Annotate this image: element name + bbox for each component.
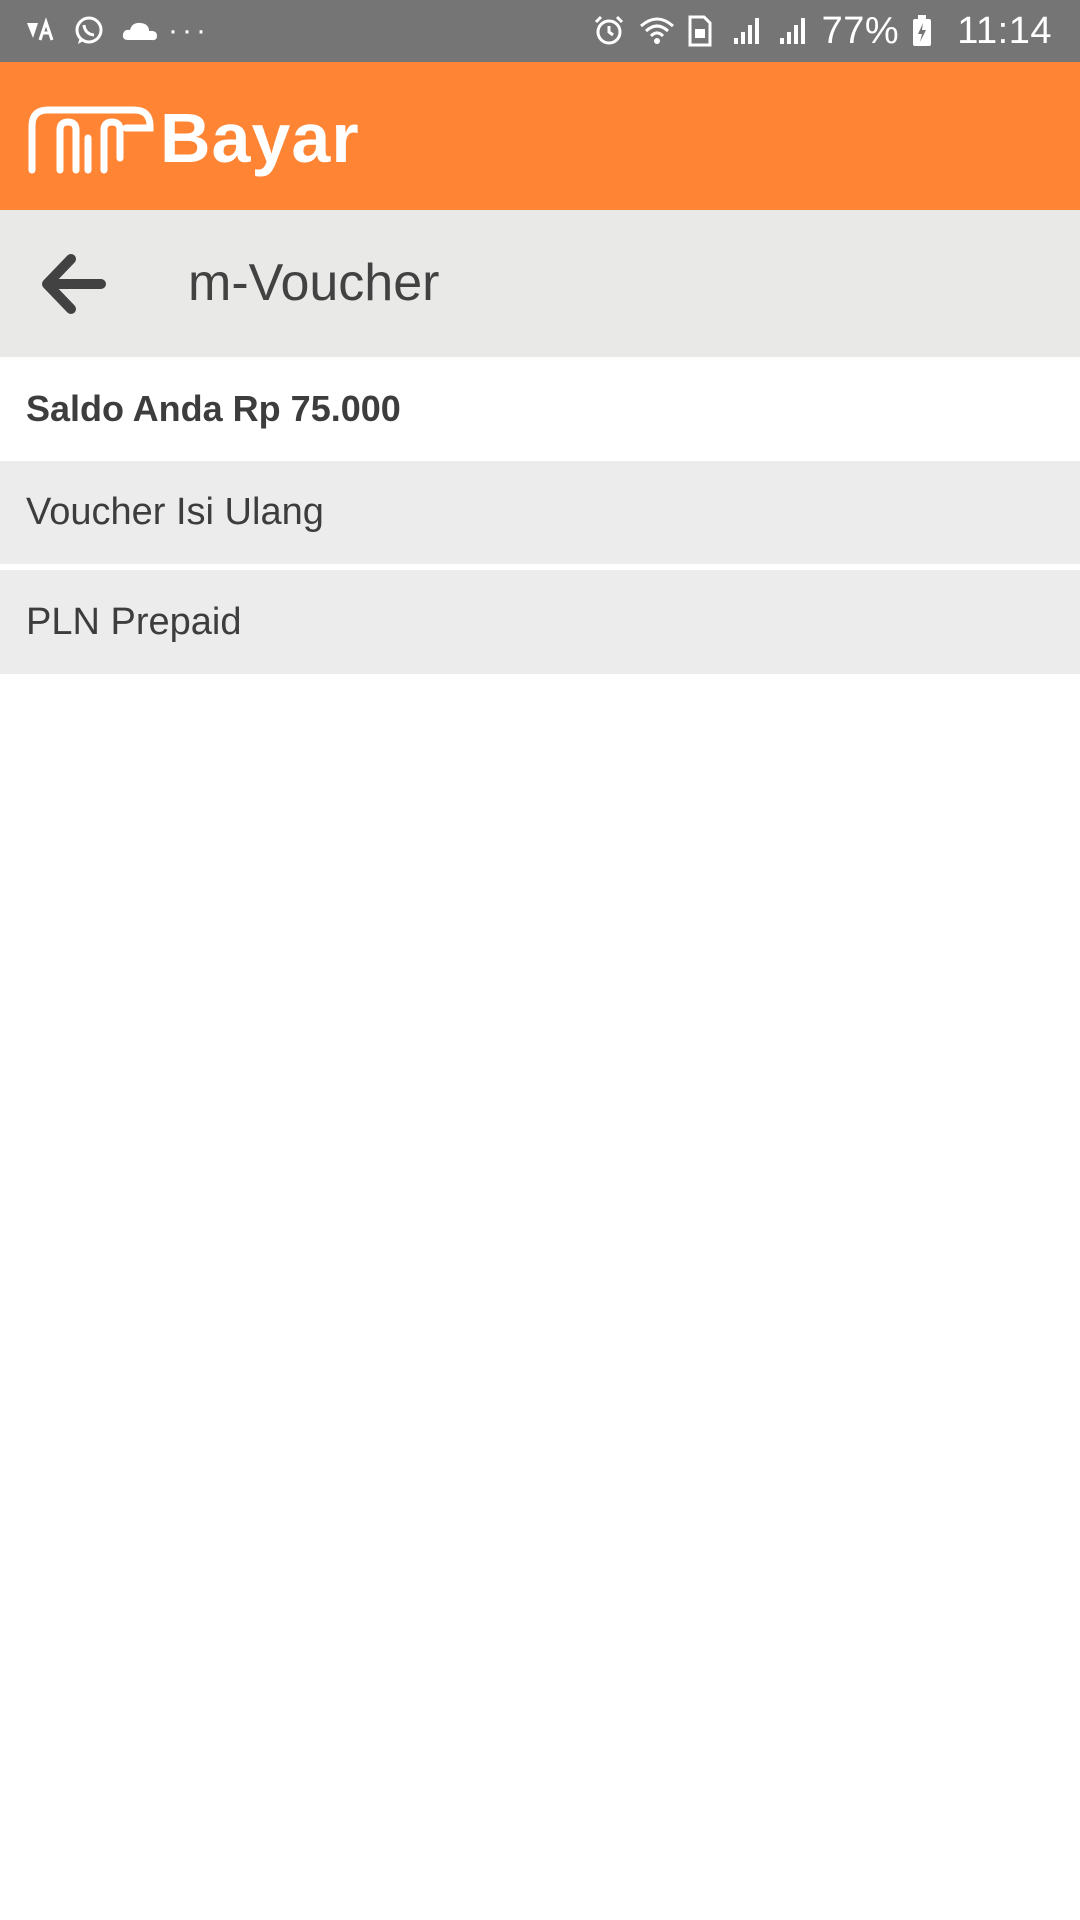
balance-label: Saldo Anda Rp 75.000 — [26, 388, 401, 429]
more-notifications-indicator: ··· — [168, 14, 210, 47]
wifi-icon — [638, 14, 674, 48]
clock: 11:14 — [957, 9, 1052, 52]
signal-icon — [730, 14, 764, 48]
status-bar-right: 77% 11:14 — [592, 0, 1052, 62]
menu-item-voucher-isi-ulang[interactable]: Voucher Isi Ulang — [0, 461, 1080, 564]
translate-icon — [24, 14, 58, 48]
menu-item-pln-prepaid[interactable]: PLN Prepaid — [0, 570, 1080, 674]
signal-icon-2 — [776, 14, 810, 48]
mbayar-logo: Bayar — [26, 98, 360, 178]
page-toolbar: m-Voucher — [0, 210, 1080, 357]
menu-item-label: PLN Prepaid — [26, 601, 242, 643]
menu-item-label: Voucher Isi Ulang — [26, 491, 324, 533]
battery-percent: 77% — [821, 9, 900, 52]
page-title: m-Voucher — [188, 254, 440, 312]
logo-text: Bayar — [160, 99, 360, 177]
balance-row: Saldo Anda Rp 75.000 — [0, 357, 1080, 460]
alarm-icon — [592, 14, 626, 48]
arrow-left-icon — [42, 254, 106, 314]
cloud-icon — [120, 14, 157, 48]
sim-card-icon — [684, 14, 718, 48]
status-bar: ··· 77% 11:14 — [0, 0, 1080, 62]
app-header: Bayar — [0, 62, 1080, 210]
battery-charging-icon — [911, 14, 945, 48]
whatsapp-icon — [72, 14, 106, 48]
back-button[interactable] — [30, 245, 114, 323]
logo-m-mark — [28, 106, 154, 174]
status-bar-left: ··· — [24, 0, 210, 62]
